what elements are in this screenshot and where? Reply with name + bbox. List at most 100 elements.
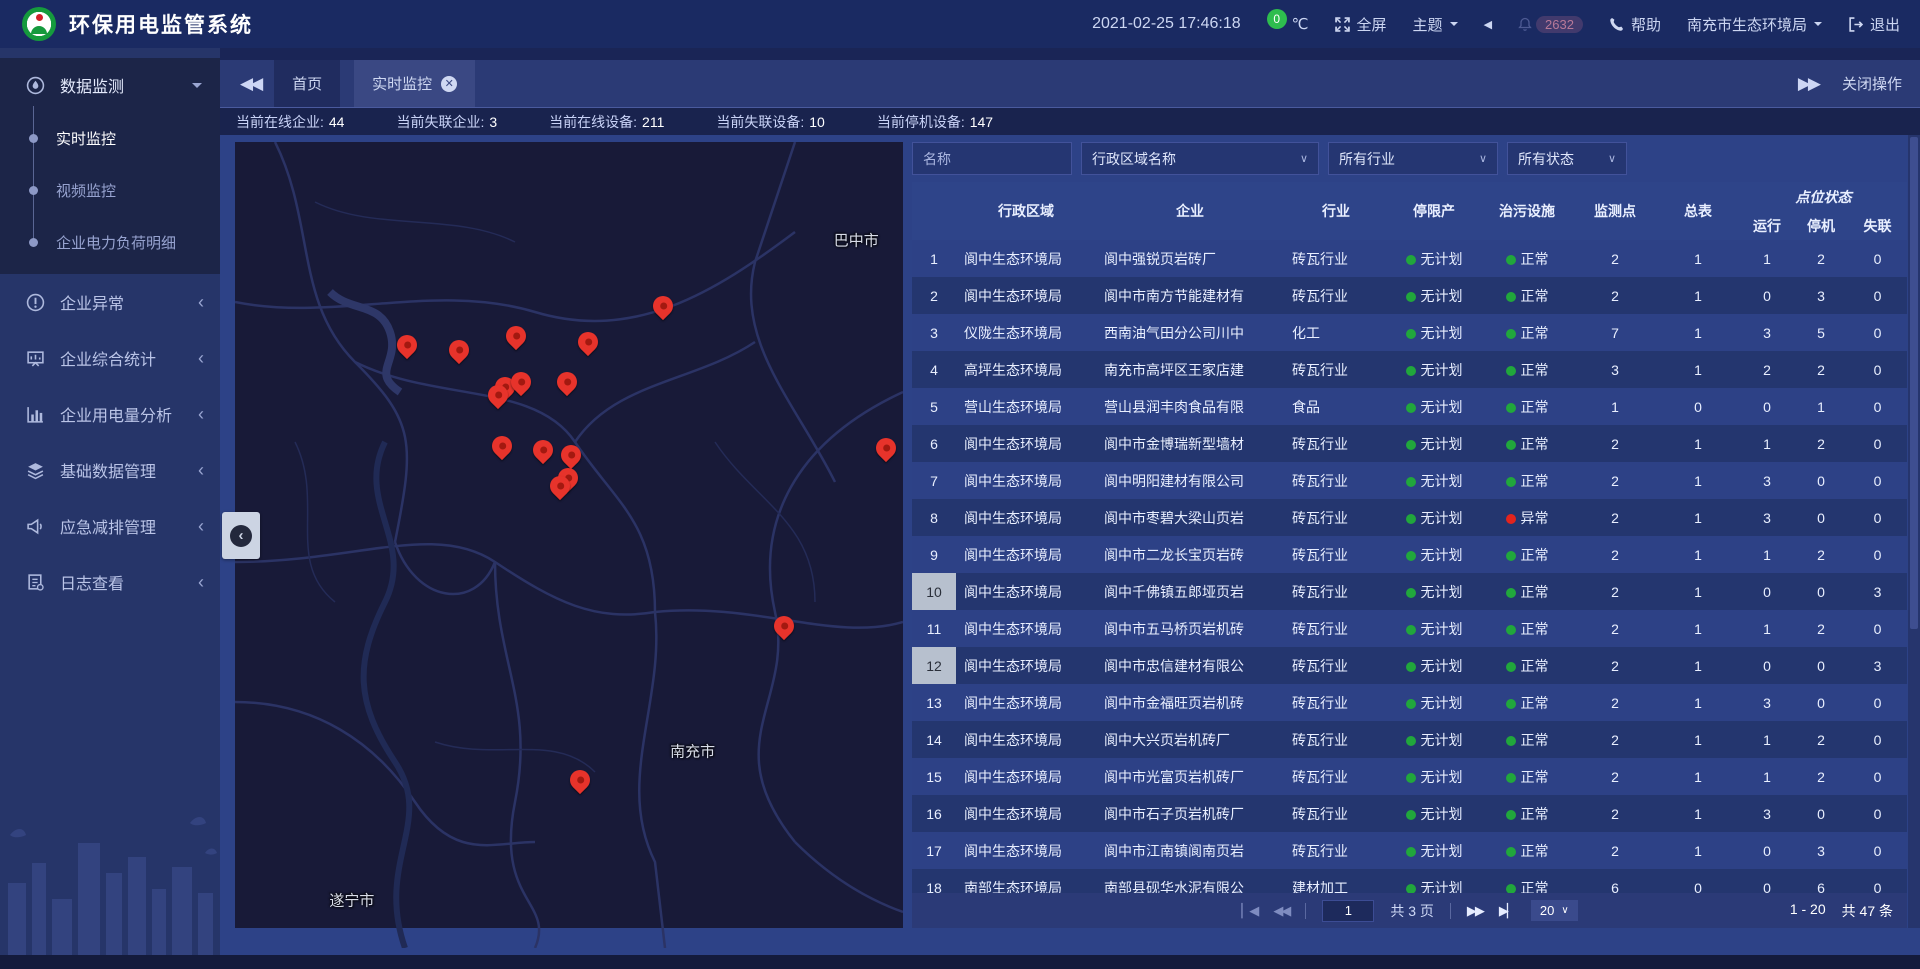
city-skyline-decoration bbox=[0, 805, 220, 955]
status-dot bbox=[1506, 810, 1516, 820]
status-dot bbox=[1506, 662, 1516, 672]
col-facility: 治污设施 bbox=[1480, 182, 1574, 240]
notifications-button[interactable]: 2632 bbox=[1518, 16, 1583, 33]
table-row[interactable]: 16 阆中生态环境局 阆中市石子页岩机砖厂 砖瓦行业 无计划 正常 2 1 3 bbox=[912, 795, 1907, 832]
fullscreen-button[interactable]: 全屏 bbox=[1335, 14, 1387, 35]
close-operations-button[interactable]: 关闭操作 bbox=[1842, 73, 1902, 94]
status-dot-green bbox=[1406, 551, 1416, 561]
status-dot bbox=[1506, 588, 1516, 598]
phone-icon bbox=[1609, 17, 1624, 32]
sidebar-item-base-data[interactable]: 基础数据管理‹ bbox=[0, 442, 220, 498]
sidebar-subitem-video-monitoring[interactable]: 视频监控 bbox=[0, 164, 220, 216]
status-dot-green bbox=[1406, 403, 1416, 413]
table-row[interactable]: 12 阆中生态环境局 阆中市忠信建材有限公 砖瓦行业 无计划 正常 2 1 0 bbox=[912, 647, 1907, 684]
sidebar-item-electricity-analysis[interactable]: 企业用电量分析‹ bbox=[0, 386, 220, 442]
logout-icon bbox=[1848, 17, 1863, 32]
col-company: 企业 bbox=[1096, 182, 1284, 240]
sidebar: 数据监测 实时监控 视频监控 企业电力负荷明细 企业异常‹ 企业综合统计‹ 企业… bbox=[0, 48, 220, 955]
col-group-point-status: 点位状态 bbox=[1740, 182, 1907, 211]
table-row[interactable]: 6 阆中生态环境局 阆中市金博瑞新型墙材 砖瓦行业 无计划 正常 2 1 1 bbox=[912, 425, 1907, 462]
table-row[interactable]: 8 阆中生态环境局 阆中市枣碧大梁山页岩 砖瓦行业 无计划 异常 2 1 3 bbox=[912, 499, 1907, 536]
table-row[interactable]: 7 阆中生态环境局 阆中明阳建材有限公司 砖瓦行业 无计划 正常 2 1 3 bbox=[912, 462, 1907, 499]
table-row[interactable]: 9 阆中生态环境局 阆中市二龙长宝页岩砖 砖瓦行业 无计划 正常 2 1 1 bbox=[912, 536, 1907, 573]
stat-offline-devices: 当前失联设备:10 bbox=[716, 112, 824, 132]
col-lost: 失联 bbox=[1848, 211, 1907, 240]
col-meter: 总表 bbox=[1656, 182, 1740, 240]
table-row[interactable]: 5 营山生态环境局 营山县润丰肉食品有限 食品 无计划 正常 1 0 0 1 bbox=[912, 388, 1907, 425]
sidebar-item-data-monitoring[interactable]: 数据监测 bbox=[0, 58, 220, 112]
table-row[interactable]: 17 阆中生态环境局 阆中市江南镇阆南页岩 砖瓦行业 无计划 正常 2 1 0 bbox=[912, 832, 1907, 869]
page-size-select[interactable]: 20 ∨ bbox=[1531, 900, 1578, 921]
pagination-bar: ▏◀ ◀◀ 共 3 页 ▶▶ ▶▏ 20 ∨ 1 - 20共 4 bbox=[912, 893, 1907, 928]
gauge-icon bbox=[26, 76, 45, 95]
fullscreen-icon bbox=[1335, 17, 1350, 32]
tab-home[interactable]: 首页 bbox=[274, 60, 340, 107]
map[interactable]: 巴中市南充市遂宁市 ‹ bbox=[235, 142, 903, 928]
chevron-down-icon bbox=[1450, 22, 1458, 30]
tabs-scroll-right-button[interactable]: ▶▶ bbox=[1798, 74, 1818, 94]
status-dot-green bbox=[1406, 255, 1416, 265]
status-filter-select[interactable]: 所有状态∨ bbox=[1507, 142, 1627, 175]
table-row[interactable]: 2 阆中生态环境局 阆中市南方节能建材有 砖瓦行业 无计划 正常 2 1 0 bbox=[912, 277, 1907, 314]
table-row[interactable]: 13 阆中生态环境局 阆中市金福旺页岩机砖 砖瓦行业 无计划 正常 2 1 3 bbox=[912, 684, 1907, 721]
sidebar-subitem-realtime-monitoring[interactable]: 实时监控 bbox=[0, 112, 220, 164]
next-page-button[interactable]: ▶▶ bbox=[1467, 903, 1483, 919]
status-dot-green bbox=[1406, 662, 1416, 672]
help-button[interactable]: 帮助 bbox=[1609, 14, 1661, 35]
prev-page-button[interactable]: ◀◀ bbox=[1273, 903, 1289, 919]
sidebar-item-log-view[interactable]: 日志查看‹ bbox=[0, 554, 220, 610]
col-stop: 停机 bbox=[1794, 211, 1848, 240]
notification-count-badge: 2632 bbox=[1536, 16, 1583, 33]
sidebar-subitem-power-load-detail[interactable]: 企业电力负荷明细 bbox=[0, 216, 220, 268]
stat-online-enterprises: 当前在线企业:44 bbox=[236, 112, 344, 132]
region-filter-select[interactable]: 行政区域名称∨ bbox=[1081, 142, 1319, 175]
chevron-left-icon: ‹ bbox=[198, 517, 204, 535]
table-row[interactable]: 15 阆中生态环境局 阆中市光富页岩机砖厂 砖瓦行业 无计划 正常 2 1 1 bbox=[912, 758, 1907, 795]
layers-icon bbox=[26, 461, 45, 480]
table-row[interactable]: 11 阆中生态环境局 阆中市五马桥页岩机砖 砖瓦行业 无计划 正常 2 1 1 bbox=[912, 610, 1907, 647]
bell-icon bbox=[1518, 17, 1532, 32]
tab-bar: ◀◀ 首页 实时监控 ✕ ▶▶ 关闭操作 bbox=[220, 60, 1920, 108]
chevron-left-icon: ‹ bbox=[230, 525, 252, 547]
scrollbar-thumb[interactable] bbox=[1910, 137, 1918, 629]
status-dot-green bbox=[1406, 736, 1416, 746]
col-region: 行政区域 bbox=[956, 182, 1096, 240]
speaker-icon[interactable]: ◀ bbox=[1484, 18, 1492, 31]
chevron-down-icon bbox=[1814, 22, 1822, 30]
table-scrollbar[interactable] bbox=[1908, 135, 1920, 928]
first-page-button[interactable]: ▏◀ bbox=[1241, 903, 1257, 919]
alert-circle-icon bbox=[26, 293, 45, 312]
sidebar-item-emergency-reduction[interactable]: 应急减排管理‹ bbox=[0, 498, 220, 554]
status-dot bbox=[1506, 773, 1516, 783]
status-dot bbox=[1506, 440, 1516, 450]
table-row[interactable]: 3 仪陇生态环境局 西南油气田分公司川中 化工 无计划 正常 7 1 3 5 bbox=[912, 314, 1907, 351]
temperature-unit: ℃ bbox=[1292, 15, 1309, 33]
theme-dropdown[interactable]: 主题 bbox=[1413, 14, 1458, 35]
tab-close-icon[interactable]: ✕ bbox=[441, 76, 457, 92]
tabs-scroll-left-button[interactable]: ◀◀ bbox=[240, 74, 260, 94]
status-dot bbox=[1506, 403, 1516, 413]
sidebar-item-enterprise-abnormal[interactable]: 企业异常‹ bbox=[0, 274, 220, 330]
logout-button[interactable]: 退出 bbox=[1848, 14, 1900, 35]
app-root: 环保用电监管系统 2021-02-25 17:46:18 0 ℃ 全屏 主题 ◀… bbox=[0, 0, 1920, 969]
table-row[interactable]: 4 高坪生态环境局 南充市高坪区王家店建 砖瓦行业 无计划 正常 3 1 2 bbox=[912, 351, 1907, 388]
app-logo-icon bbox=[22, 7, 56, 41]
last-page-button[interactable]: ▶▏ bbox=[1499, 903, 1515, 919]
table-row[interactable]: 14 阆中生态环境局 阆中大兴页岩机砖厂 砖瓦行业 无计划 正常 2 1 1 bbox=[912, 721, 1907, 758]
status-dot-green bbox=[1406, 366, 1416, 376]
tab-realtime-monitoring[interactable]: 实时监控 ✕ bbox=[354, 60, 475, 107]
total-pages-label: 共 3 页 bbox=[1390, 901, 1434, 921]
status-dot bbox=[1506, 551, 1516, 561]
table-row[interactable]: 1 阆中生态环境局 阆中强锐页岩砖厂 砖瓦行业 无计划 正常 2 1 1 2 bbox=[912, 240, 1907, 277]
industry-filter-select[interactable]: 所有行业∨ bbox=[1328, 142, 1498, 175]
sidebar-item-enterprise-statistics[interactable]: 企业综合统计‹ bbox=[0, 330, 220, 386]
log-file-icon bbox=[26, 573, 45, 592]
status-dot bbox=[1506, 699, 1516, 709]
page-number-input[interactable] bbox=[1322, 900, 1374, 922]
name-filter-input[interactable] bbox=[912, 142, 1072, 175]
org-dropdown[interactable]: 南充市生态环境局 bbox=[1687, 14, 1822, 35]
map-collapse-handle[interactable]: ‹ bbox=[222, 512, 260, 559]
chevron-down-icon bbox=[192, 83, 202, 93]
table-row[interactable]: 10 阆中生态环境局 阆中千佛镇五郎垭页岩 砖瓦行业 无计划 正常 2 1 0 bbox=[912, 573, 1907, 610]
status-dot bbox=[1506, 514, 1516, 524]
